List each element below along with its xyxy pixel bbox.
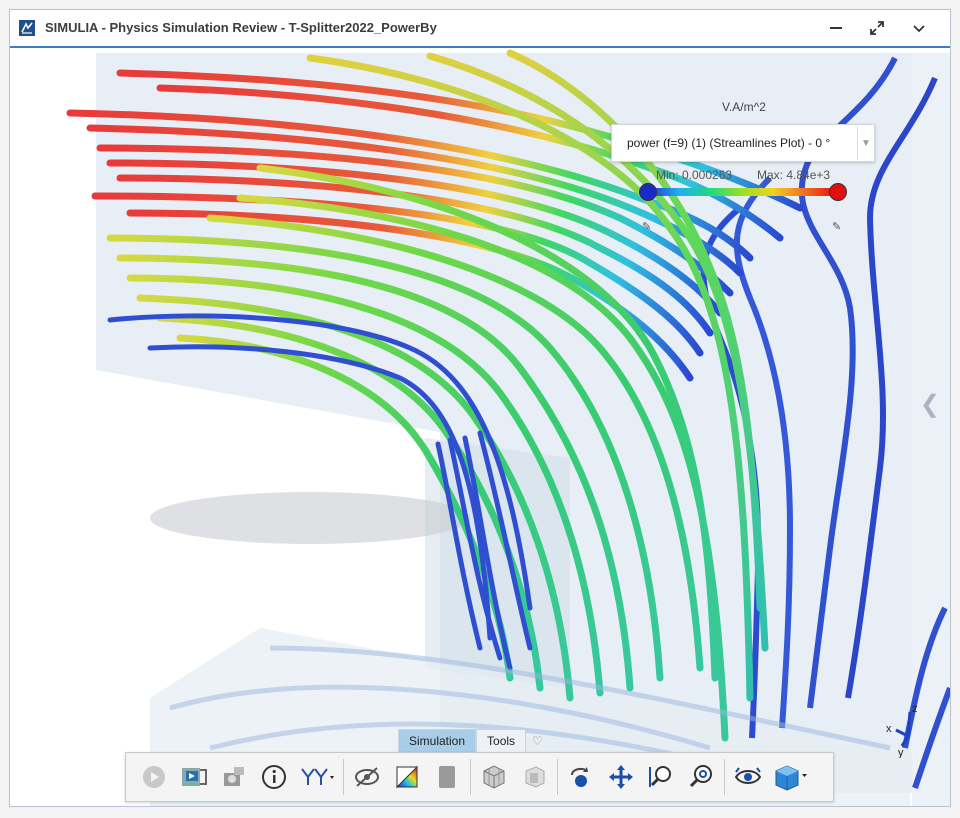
legend-min-handle[interactable]	[639, 183, 657, 201]
side-panel-chevron-left-icon[interactable]: ❮	[920, 390, 940, 419]
triad-x-label: x	[886, 723, 892, 735]
color-legend-bar	[648, 188, 836, 196]
contour-color-icon	[395, 765, 419, 789]
display-mode-icon	[439, 766, 455, 788]
sensor-probe-icon	[301, 768, 334, 785]
toolbar-tabs: Simulation Tools ♡	[398, 729, 543, 753]
collapse-tabs-chevron-icon[interactable]: ♡	[532, 734, 543, 748]
tab-tools[interactable]: Tools	[476, 729, 527, 753]
tab-simulation[interactable]: Simulation	[398, 729, 477, 753]
play-icon	[143, 766, 165, 788]
edit-max-pencil-icon[interactable]: ✎	[832, 220, 841, 233]
minimize-button[interactable]	[823, 16, 849, 40]
minimize-icon	[830, 27, 842, 29]
rotate-icon	[571, 767, 588, 787]
3ds-logo-icon	[19, 20, 35, 36]
triad-z-label: z	[912, 703, 918, 715]
zoom-area-button[interactable]	[681, 757, 721, 797]
maximize-button[interactable]	[864, 16, 890, 40]
window-title: SIMULIA - Physics Simulation Review - T-…	[45, 20, 437, 35]
legend-max-label: Max: 4.84e+3	[757, 168, 831, 182]
result-selector-value: power (f=9) (1) (Streamlines Plot) - 0 °	[627, 136, 831, 150]
view-eye-button[interactable]	[728, 757, 768, 797]
rotate-button[interactable]	[561, 757, 601, 797]
triad-y-label: y	[898, 747, 904, 758]
capture-button[interactable]	[214, 757, 254, 797]
pan-icon	[609, 765, 633, 789]
zoom-area-icon	[689, 765, 712, 788]
view-eye-icon	[734, 767, 762, 784]
section-box-icon	[525, 766, 545, 788]
animation-frames-icon	[182, 768, 207, 786]
mesh-cube-icon	[483, 765, 505, 789]
app-window: SIMULIA - Physics Simulation Review - T-…	[9, 9, 951, 807]
hide-show-button[interactable]	[347, 757, 387, 797]
legend-unit-label: V.A/m^2	[722, 100, 766, 114]
standard-views-button[interactable]	[768, 757, 814, 797]
hide-show-icon	[355, 767, 379, 787]
legend-min-label: Min: 0.000263	[656, 168, 733, 182]
mesh-button[interactable]	[474, 757, 514, 797]
info-button[interactable]	[254, 757, 294, 797]
capture-icon	[224, 767, 244, 786]
legend-max-handle[interactable]	[829, 183, 847, 201]
zoom-icon	[649, 766, 671, 787]
info-icon	[262, 765, 286, 789]
title-bar: SIMULIA - Physics Simulation Review - T-…	[10, 10, 950, 48]
section-box-button[interactable]	[514, 757, 554, 797]
edit-min-pencil-icon[interactable]: ✎	[642, 220, 651, 233]
result-selector-dropdown-icon[interactable]: ▼	[857, 126, 874, 160]
expand-icon	[870, 21, 884, 35]
zoom-button[interactable]	[641, 757, 681, 797]
display-mode-button[interactable]	[427, 757, 467, 797]
3d-viewport[interactable]: V.A/m^2 power (f=9) (1) (Streamlines Plo…	[10, 48, 950, 806]
chevron-down-icon	[913, 25, 925, 33]
window-menu-button[interactable]	[906, 16, 932, 40]
axis-triad: z x y	[886, 703, 918, 758]
play-button[interactable]	[134, 757, 174, 797]
pan-button[interactable]	[601, 757, 641, 797]
action-toolbar	[125, 752, 834, 802]
contour-color-button[interactable]	[387, 757, 427, 797]
animation-button[interactable]	[174, 757, 214, 797]
standard-views-cube-icon	[775, 765, 807, 791]
sensor-probe-button[interactable]	[294, 757, 340, 797]
result-selector[interactable]: power (f=9) (1) (Streamlines Plot) - 0 °…	[611, 124, 875, 162]
